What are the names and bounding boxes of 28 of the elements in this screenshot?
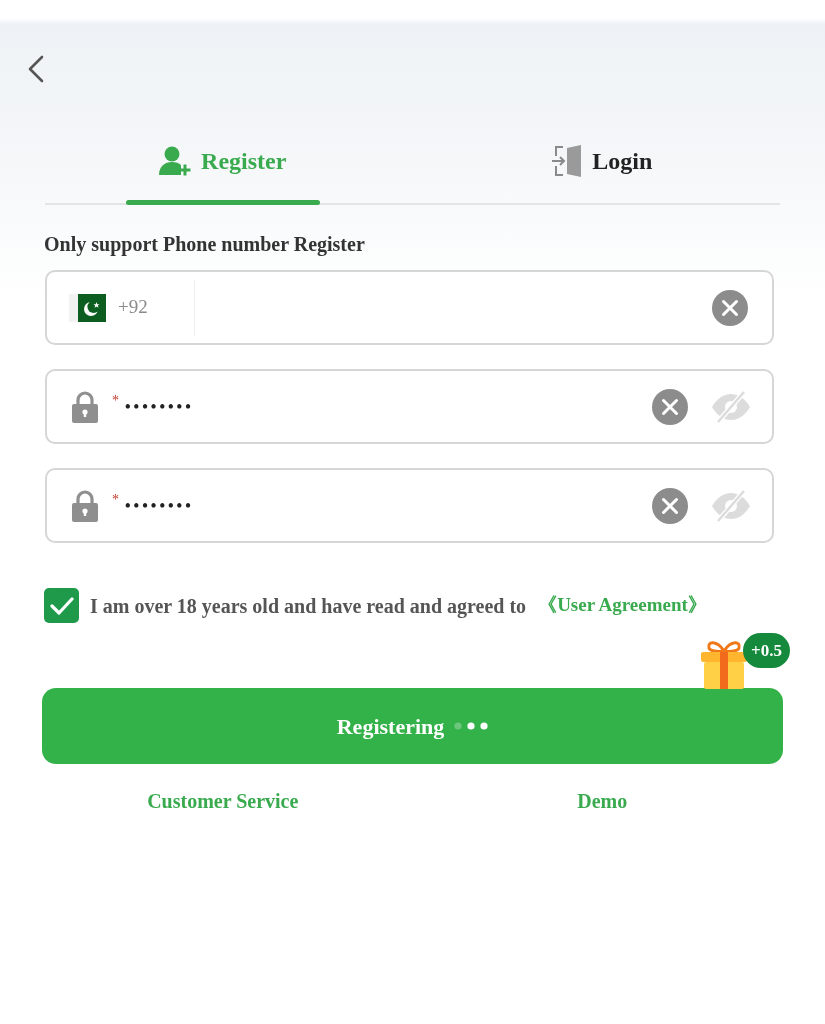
lock-icon [72, 489, 98, 522]
clear-icon[interactable] [652, 388, 688, 425]
password-field[interactable]: * •••••••• [45, 468, 774, 543]
bonus-badge: +0.5 [743, 633, 790, 668]
password-value: •••••••• [125, 495, 194, 516]
tab[interactable]: Register [33, 128, 413, 205]
back-icon[interactable] [26, 55, 44, 83]
lock-icon [72, 390, 98, 423]
footer-link[interactable]: Demo [577, 786, 628, 816]
user-agreement-link[interactable]: 《User Agreement》 [538, 591, 707, 620]
tab[interactable]: Login [412, 128, 792, 205]
clear-icon[interactable] [712, 289, 748, 326]
footer-link[interactable]: Customer Service [147, 786, 299, 816]
door-arrow-icon [552, 145, 583, 177]
user-plus-icon [159, 146, 192, 176]
checkmark-icon [49, 596, 74, 615]
password-field[interactable]: * •••••••• [45, 369, 774, 444]
register-button[interactable]: Registering [42, 688, 783, 764]
country-code[interactable]: +92 [118, 293, 148, 322]
flag-icon [69, 293, 106, 322]
required-mark: * [112, 392, 119, 410]
checkbox[interactable] [44, 588, 79, 623]
phone-field[interactable]: +92 [45, 270, 774, 345]
required-mark: * [112, 491, 119, 509]
notice-text: Only support Phone number Register [44, 232, 365, 257]
password-value: •••••••• [125, 396, 194, 417]
clear-icon[interactable] [652, 487, 688, 524]
agreement-text: I am over 18 years old and have read and agreed to [90, 593, 527, 620]
